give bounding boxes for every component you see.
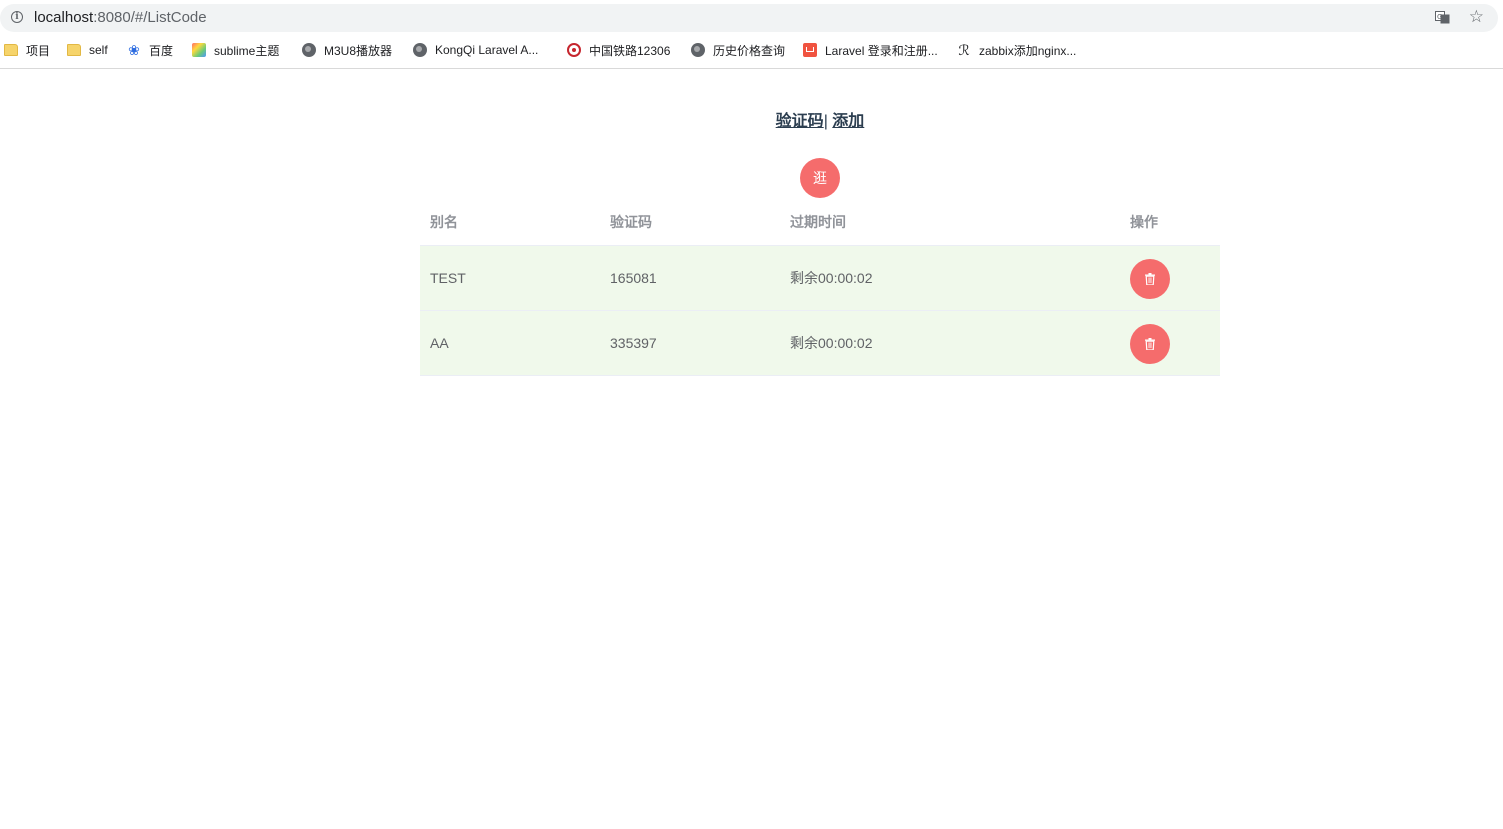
- cell-actions: [1120, 311, 1220, 375]
- bookmarks-bar: 项目 self ❀ 百度 sublime主题 M3U8播放器 KongQi Lar…: [0, 37, 1503, 65]
- bookmark-label: KongQi Laravel A...: [435, 43, 539, 57]
- bookmark-item[interactable]: 历史价格查询: [691, 41, 785, 59]
- nav-link-code-list[interactable]: 验证码: [776, 113, 824, 130]
- bookmark-label: 项目: [26, 43, 51, 58]
- bookmark-label: Laravel 登录和注册...: [825, 43, 938, 58]
- header-expire: 过期时间: [790, 213, 846, 230]
- nav-separator: |: [823, 113, 828, 130]
- laravel-icon: [803, 43, 817, 57]
- cell-alias: AA: [430, 335, 449, 351]
- url-host: localhost: [34, 9, 94, 26]
- translate-icon[interactable]: G: [1435, 11, 1450, 24]
- bookmark-label: self: [89, 43, 108, 57]
- cell-code: 335397: [610, 335, 657, 351]
- bookmark-item[interactable]: Laravel 登录和注册...: [803, 41, 938, 59]
- table-row: TEST 165081 剩余00:00:02: [420, 246, 1220, 311]
- trash-icon: [1145, 273, 1155, 285]
- globe-icon: [413, 43, 427, 57]
- bookmark-label: 百度: [149, 43, 174, 58]
- bookmark-item[interactable]: 中国铁路12306: [567, 41, 670, 59]
- cell-code: 165081: [610, 270, 657, 286]
- url-text[interactable]: localhost:8080/#/ListCode: [34, 9, 207, 27]
- zabbix-icon: ℛ: [958, 42, 970, 58]
- table-row: AA 335397 剩余00:00:02: [420, 311, 1220, 376]
- url-path: :8080/#/ListCode: [93, 9, 207, 26]
- bookmark-label: M3U8播放器: [324, 43, 393, 58]
- address-bar[interactable]: i localhost:8080/#/ListCode G ☆: [0, 4, 1498, 32]
- top-nav: 验证码| 添加: [0, 107, 1503, 131]
- trash-icon: [1145, 338, 1155, 350]
- bookmark-item[interactable]: ℛzabbix添加nginx...: [957, 41, 1076, 59]
- bookmark-item[interactable]: self: [67, 41, 108, 59]
- cell-expire: 剩余00:00:02: [790, 270, 873, 286]
- chrome-divider: [0, 68, 1503, 69]
- table-header: 别名 验证码 过期时间 操作: [420, 198, 1220, 246]
- bookmark-item[interactable]: ❀ 百度: [127, 41, 173, 59]
- nav-link-add[interactable]: 添加: [832, 113, 864, 130]
- bookmark-item[interactable]: KongQi Laravel A...: [413, 41, 538, 59]
- delete-button[interactable]: [1130, 259, 1170, 299]
- delete-button[interactable]: [1130, 324, 1170, 364]
- baidu-paw-icon: ❀: [128, 42, 140, 58]
- bookmark-item[interactable]: M3U8播放器: [302, 41, 392, 59]
- header-alias: 别名: [430, 213, 458, 230]
- globe-icon: [691, 43, 705, 57]
- bookmark-label: sublime主题: [214, 43, 280, 58]
- cell-actions: [1120, 246, 1220, 310]
- sublime-icon: [192, 43, 206, 57]
- folder-icon: [4, 44, 18, 56]
- globe-icon: [302, 43, 316, 57]
- bookmark-label: zabbix添加nginx...: [979, 43, 1077, 58]
- refresh-button-label: 逛: [813, 170, 827, 186]
- header-actions: 操作: [1130, 213, 1158, 230]
- folder-icon: [67, 44, 81, 56]
- refresh-button[interactable]: 逛: [800, 158, 840, 198]
- bookmark-label: 中国铁路12306: [589, 43, 671, 58]
- cell-expire: 剩余00:00:02: [790, 335, 873, 351]
- bookmark-item[interactable]: sublime主题: [192, 41, 279, 59]
- info-icon[interactable]: i: [11, 11, 23, 23]
- svg-text:G: G: [1437, 13, 1442, 21]
- cell-alias: TEST: [430, 270, 466, 286]
- code-table: 别名 验证码 过期时间 操作 TEST 165081 剩余00:00:02 AA…: [420, 198, 1220, 376]
- bookmark-label: 历史价格查询: [713, 43, 786, 58]
- bookmark-item[interactable]: 项目: [4, 41, 50, 59]
- bookmark-star-icon[interactable]: ☆: [1469, 8, 1484, 26]
- railway-icon: [567, 43, 581, 57]
- header-code: 验证码: [610, 213, 652, 230]
